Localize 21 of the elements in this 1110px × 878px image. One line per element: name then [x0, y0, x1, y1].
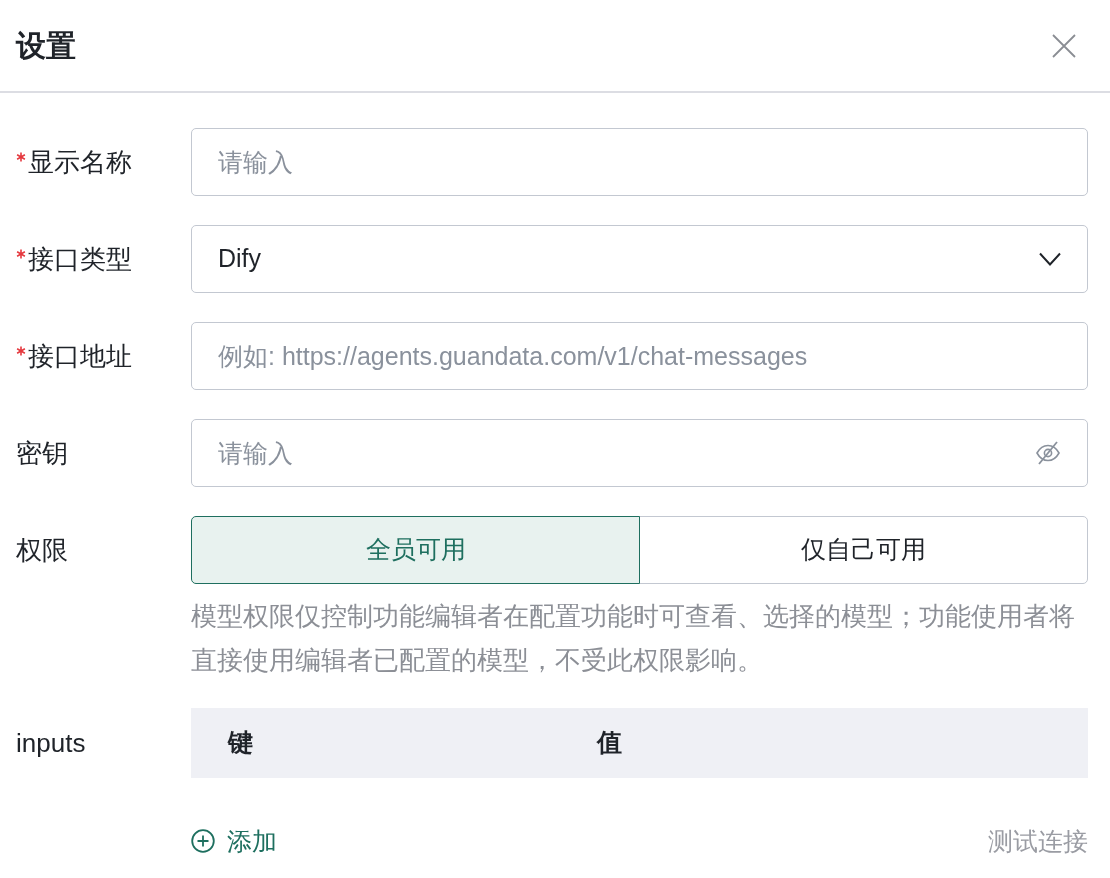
field-label: inputs: [16, 726, 86, 760]
field-label: 接口地址: [28, 339, 132, 373]
field-label: 密钥: [16, 436, 68, 470]
field-label: 显示名称: [28, 145, 132, 179]
chevron-down-icon: [1039, 252, 1061, 266]
add-button[interactable]: 添加: [191, 823, 277, 859]
segment-option[interactable]: 全员可用: [191, 516, 640, 584]
segment-option[interactable]: 仅自己可用: [639, 516, 1088, 584]
column-header: 值: [595, 727, 623, 759]
field-label: 权限: [16, 533, 68, 567]
text-input[interactable]: 例如: https://agents.guandata.com/v1/chat-messages: [191, 322, 1088, 390]
eye-slash-icon[interactable]: [1035, 440, 1061, 466]
text-input[interactable]: 请输入: [191, 128, 1088, 196]
password-input[interactable]: 请输入: [191, 419, 1088, 487]
field-label: 接口类型: [28, 242, 132, 276]
column-header: 键: [226, 727, 254, 759]
close-button[interactable]: [1052, 33, 1076, 58]
plus-circle-icon: [191, 829, 215, 853]
dialog-title: 设置: [16, 27, 76, 64]
select-field[interactable]: Dify: [191, 225, 1088, 293]
help-text: 模型权限仅控制功能编辑者在配置功能时可查看、选择的模型；功能使用者将直接使用编辑者已配置的模型，不受此权限影响。: [191, 600, 1076, 677]
